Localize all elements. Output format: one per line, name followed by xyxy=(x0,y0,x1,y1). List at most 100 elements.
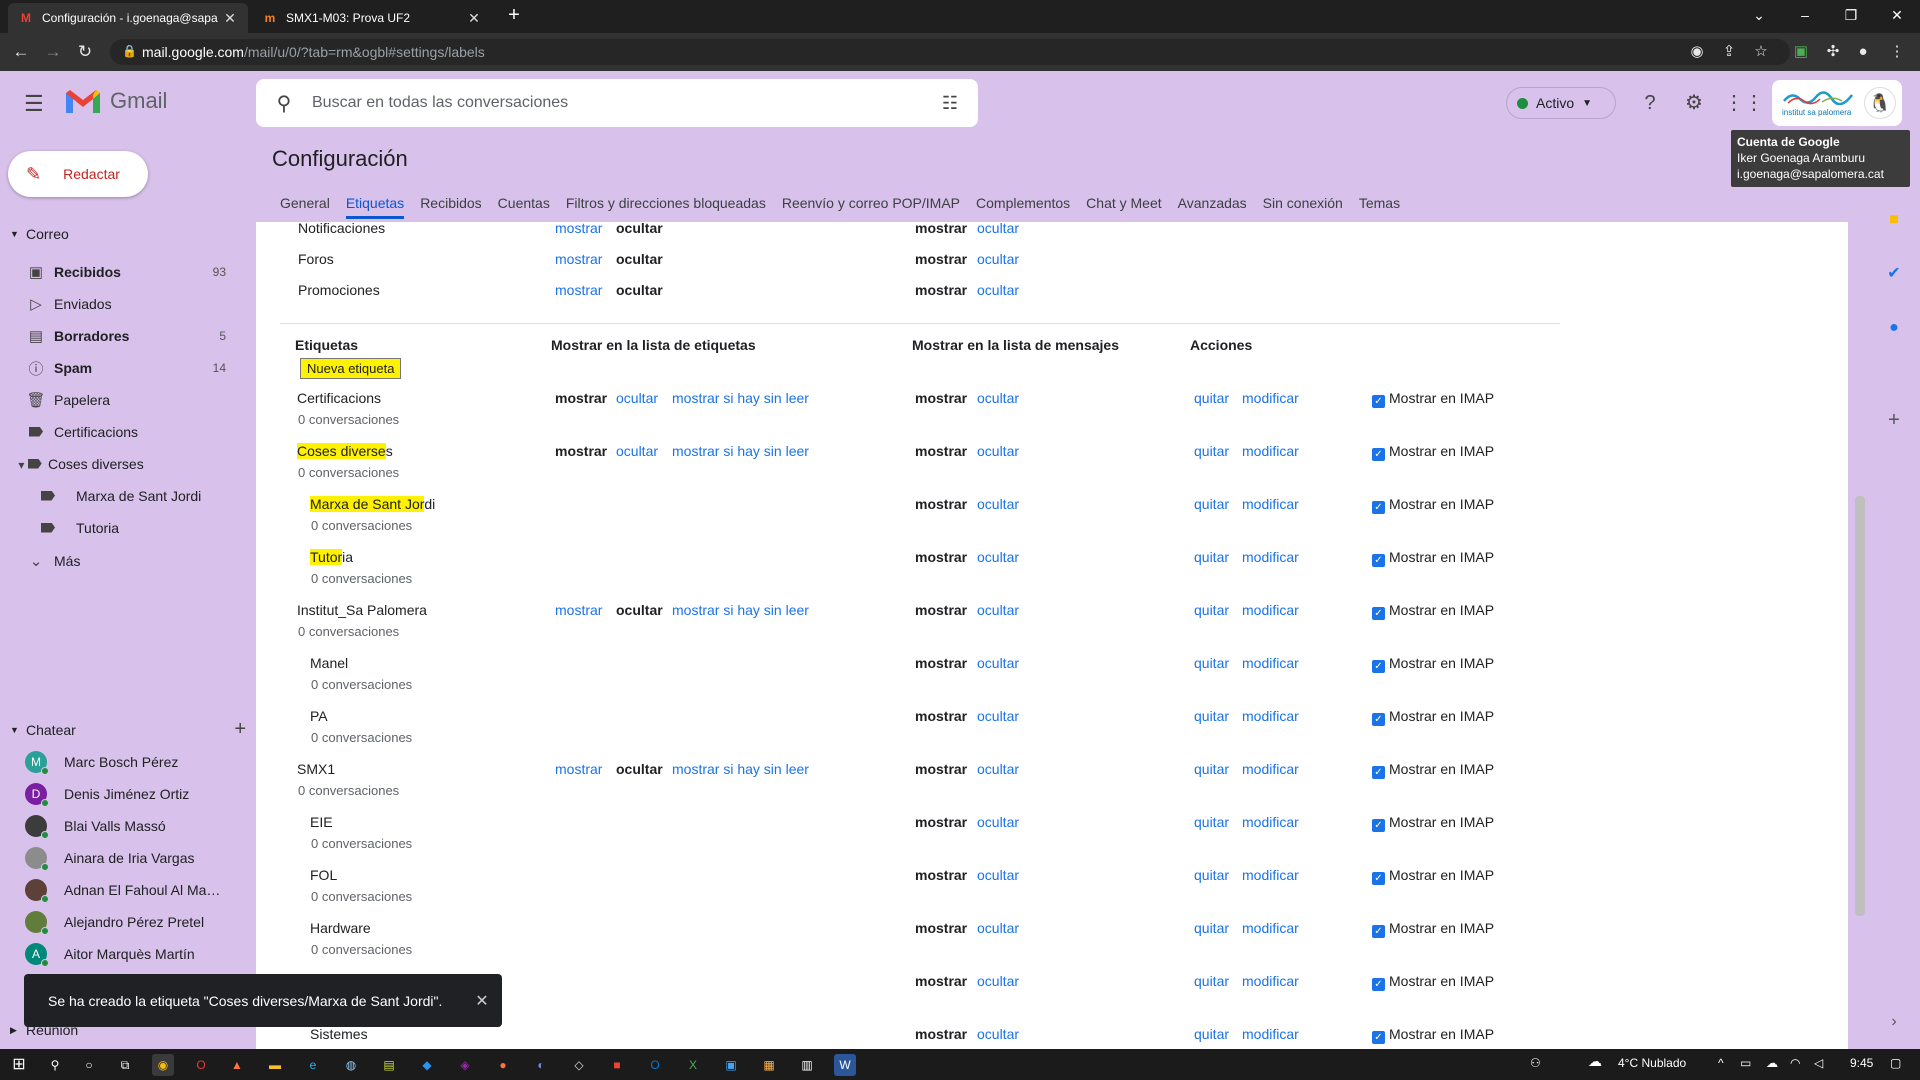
add-chat-icon[interactable]: + xyxy=(234,718,246,741)
sidebar-item-coses-diverses[interactable]: ▾ Coses diverses xyxy=(0,448,240,480)
restore-button[interactable]: ❐ xyxy=(1828,0,1874,30)
people-icon[interactable]: ⚇ xyxy=(1530,1056,1541,1070)
show-in-list-link[interactable]: mostrar xyxy=(555,222,602,236)
imap-toggle[interactable]: ✓ Mostrar en IMAP xyxy=(1372,920,1494,938)
tab-etiquetas[interactable]: Etiquetas xyxy=(345,191,405,219)
remove-label-link[interactable]: quitar xyxy=(1194,761,1229,777)
file-explorer-icon[interactable]: ▬ xyxy=(264,1054,286,1076)
checkbox-checked-icon[interactable]: ✓ xyxy=(1372,978,1385,991)
hide-in-messages-link[interactable]: ocultar xyxy=(977,251,1019,267)
search-icon[interactable]: ⚲ xyxy=(44,1054,66,1076)
hide-in-messages-link[interactable]: ocultar xyxy=(977,973,1019,989)
edit-label-link[interactable]: modificar xyxy=(1242,920,1299,936)
add-addon-icon[interactable]: + xyxy=(1882,408,1906,432)
checkbox-checked-icon[interactable]: ✓ xyxy=(1372,925,1385,938)
hide-in-list[interactable]: ocultar xyxy=(616,443,658,459)
gear-icon[interactable]: ⚙ xyxy=(1680,89,1708,117)
show-in-list-link[interactable]: mostrar xyxy=(555,251,602,267)
gmail-logo[interactable]: Gmail xyxy=(64,87,167,115)
brave-icon[interactable]: ▲ xyxy=(226,1054,248,1076)
edge-icon[interactable]: e xyxy=(302,1054,324,1076)
task-view-icon[interactable]: ⧉ xyxy=(114,1054,136,1076)
remove-label-link[interactable]: quitar xyxy=(1194,920,1229,936)
imap-toggle[interactable]: ✓ Mostrar en IMAP xyxy=(1372,1026,1494,1044)
remove-label-link[interactable]: quitar xyxy=(1194,443,1229,459)
new-tab-button[interactable]: + xyxy=(502,4,526,27)
sidebar-item-enviados[interactable]: ▷ Enviados xyxy=(0,288,240,320)
status-selector[interactable]: Activo ▼ xyxy=(1506,87,1616,119)
remove-label-link[interactable]: quitar xyxy=(1194,496,1229,512)
hide-in-messages-link[interactable]: ocultar xyxy=(977,443,1019,459)
url-field[interactable]: 🔒 mail.google.com/mail/u/0/?tab=rm&ogbl#… xyxy=(110,39,1790,65)
hide-in-messages-link[interactable]: ocultar xyxy=(977,549,1019,565)
checkbox-checked-icon[interactable]: ✓ xyxy=(1372,819,1385,832)
checkbox-checked-icon[interactable]: ✓ xyxy=(1372,448,1385,461)
apps-grid-icon[interactable]: ⋮⋮ xyxy=(1724,89,1764,117)
scrollbar[interactable] xyxy=(1855,496,1865,916)
chat-contact[interactable]: M Marc Bosch Pérez xyxy=(0,746,240,778)
opera-icon[interactable]: O xyxy=(190,1054,212,1076)
tab-general[interactable]: General xyxy=(280,191,330,219)
edit-label-link[interactable]: modificar xyxy=(1242,390,1299,406)
imap-toggle[interactable]: ✓ Mostrar en IMAP xyxy=(1372,602,1494,620)
imap-toggle[interactable]: ✓ Mostrar en IMAP xyxy=(1372,814,1494,832)
label-name[interactable]: Hardware xyxy=(310,920,371,936)
notes-icon[interactable]: ▤ xyxy=(378,1054,400,1076)
tab-recibidos[interactable]: Recibidos xyxy=(420,191,481,219)
forward-icon[interactable]: → xyxy=(42,41,64,63)
notifications-icon[interactable]: ▢ xyxy=(1890,1056,1901,1070)
hide-in-messages-link[interactable]: ocultar xyxy=(977,602,1019,618)
translate-icon[interactable]: ▣ xyxy=(1790,41,1812,63)
imap-toggle[interactable]: ✓ Mostrar en IMAP xyxy=(1372,443,1494,461)
vscode-icon[interactable]: ◆ xyxy=(416,1054,438,1076)
hide-in-messages-link[interactable]: ocultar xyxy=(977,814,1019,830)
sidebar-item-m-s[interactable]: ⌄ Más xyxy=(0,545,240,577)
label-name[interactable]: Certificacions xyxy=(297,390,381,406)
reload-icon[interactable]: ↻ xyxy=(74,41,96,63)
help-icon[interactable]: ? xyxy=(1636,89,1664,117)
checkbox-checked-icon[interactable]: ✓ xyxy=(1372,713,1385,726)
imap-toggle[interactable]: ✓ Mostrar en IMAP xyxy=(1372,655,1494,673)
checkbox-checked-icon[interactable]: ✓ xyxy=(1372,395,1385,408)
remove-label-link[interactable]: quitar xyxy=(1194,973,1229,989)
label-name[interactable]: PA xyxy=(310,708,328,724)
checkbox-checked-icon[interactable]: ✓ xyxy=(1372,607,1385,620)
hide-in-messages-link[interactable]: ocultar xyxy=(977,655,1019,671)
sidebar-item-recibidos[interactable]: ▣ Recibidos 93 xyxy=(0,256,240,288)
eye-icon[interactable]: ◉ xyxy=(1686,41,1708,63)
outlook-icon[interactable]: O xyxy=(644,1054,666,1076)
weather-text[interactable]: 4°C Nublado xyxy=(1618,1056,1686,1070)
hide-in-messages-link[interactable]: ocultar xyxy=(977,920,1019,936)
remove-label-link[interactable]: quitar xyxy=(1194,549,1229,565)
label-name[interactable]: Sistemes xyxy=(310,1026,368,1042)
label-name[interactable]: Institut_Sa Palomera xyxy=(297,602,427,618)
imap-toggle[interactable]: ✓ Mostrar en IMAP xyxy=(1372,390,1494,408)
edit-label-link[interactable]: modificar xyxy=(1242,708,1299,724)
edit-label-link[interactable]: modificar xyxy=(1242,443,1299,459)
mail-section-header[interactable]: ▼ Correo xyxy=(10,226,69,242)
imap-toggle[interactable]: ✓ Mostrar en IMAP xyxy=(1372,867,1494,885)
clock-text[interactable]: 9:45 xyxy=(1850,1056,1873,1070)
remove-label-link[interactable]: quitar xyxy=(1194,390,1229,406)
imap-toggle[interactable]: ✓ Mostrar en IMAP xyxy=(1372,761,1494,779)
search-input[interactable] xyxy=(312,94,922,112)
search-icon[interactable]: ⚲ xyxy=(256,91,312,116)
edit-label-link[interactable]: modificar xyxy=(1242,761,1299,777)
label-name[interactable]: Coses diverses xyxy=(297,443,393,459)
imap-toggle[interactable]: ✓ Mostrar en IMAP xyxy=(1372,549,1494,567)
remove-label-link[interactable]: quitar xyxy=(1194,708,1229,724)
minimize-button[interactable]: – xyxy=(1782,0,1828,30)
chrome-icon[interactable]: ◉ xyxy=(152,1054,174,1076)
tray-chevron-icon[interactable]: ^ xyxy=(1718,1056,1724,1070)
label-name[interactable]: FOL xyxy=(310,867,337,883)
windows-start-icon[interactable]: ⊞ xyxy=(8,1054,30,1076)
label-name[interactable]: Manel xyxy=(310,655,348,671)
show-in-list[interactable]: mostrar xyxy=(555,602,602,618)
sidebar-item-borradores[interactable]: ▤ Borradores 5 xyxy=(0,320,240,352)
minecraft-icon[interactable]: ▦ xyxy=(758,1054,780,1076)
tab-filtros-y-direcciones-bloqueadas[interactable]: Filtros y direcciones bloqueadas xyxy=(566,191,766,219)
edit-label-link[interactable]: modificar xyxy=(1242,814,1299,830)
new-label-button[interactable]: Nueva etiqueta xyxy=(300,358,402,379)
show-if-unread[interactable]: mostrar si hay sin leer xyxy=(672,602,809,618)
browser-tab-moodle[interactable]: m SMX1-M03: Prova UF2 ✕ xyxy=(252,3,492,33)
